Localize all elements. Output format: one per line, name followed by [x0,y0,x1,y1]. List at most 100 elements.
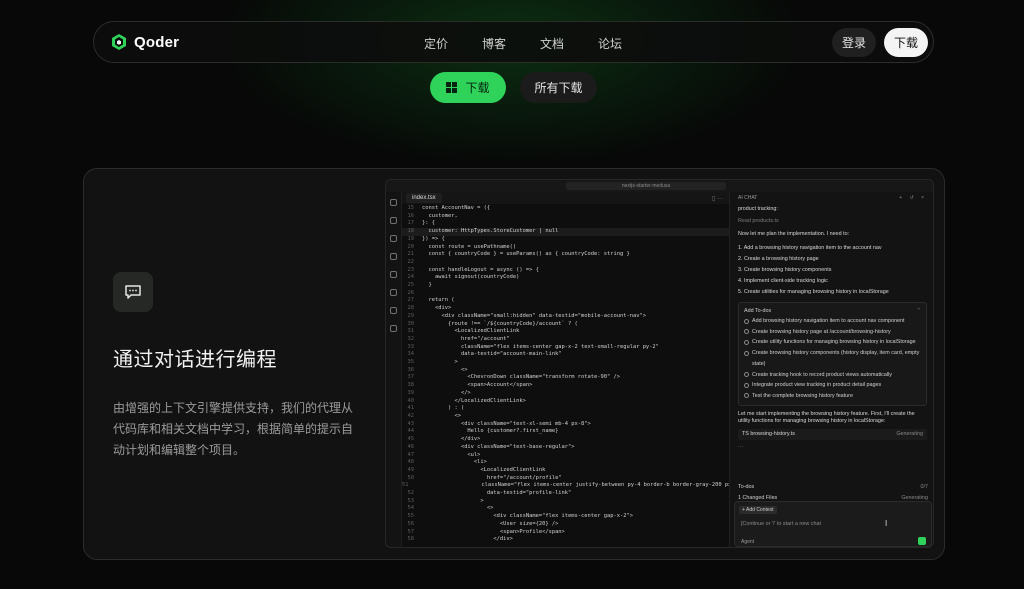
nav-link-pricing[interactable]: 定价 [424,35,448,52]
line-number: 16 [407,212,415,219]
chat-header: AI CHAT + ↺ × [730,192,933,204]
run-icon[interactable] [390,253,397,260]
code-line: 17}: { [402,220,729,228]
code-line: 42 <> [402,413,729,421]
collapse-icon[interactable]: ⌃ [916,306,921,316]
line-text: data-testid="profile-link" [422,490,572,497]
line-text: return ( [422,297,455,304]
file-name: TS browsing-history.ts [742,430,795,437]
todo-item[interactable]: Create browsing history components (hist… [744,348,921,369]
code-area[interactable]: 15 const AccountNav = ({16 customer, 17}: … [402,204,741,544]
code-line: 41 ) : ( [402,405,729,413]
chat-input[interactable]: [Continue or '/' to start a new chat [741,521,821,527]
editor-tab[interactable]: index.tsx [406,193,442,203]
download-windows-button[interactable]: 下载 [430,72,506,103]
line-text: className="flex items-center justify-bet… [416,482,742,489]
line-number: 52 [407,490,415,497]
line-number: 18 [407,228,415,235]
line-number: 19 [407,235,415,242]
line-text: <li> [422,459,487,466]
ide-titlebar: nextjs-starter-medusa [386,180,933,192]
line-text: <div> [422,305,452,312]
all-downloads-button[interactable]: 所有下载 [520,72,597,103]
read-file-note[interactable]: Read products.ts [738,218,927,225]
todos-row[interactable]: To-dos 0/7 [730,482,933,493]
line-text: </> [422,389,471,396]
line-number: 48 [407,459,415,466]
line-text: > [422,359,458,366]
code-line: 29 <div className="small:hidden" data-te… [402,313,729,321]
code-line: 44 Hello {customer?.first_name} [402,428,729,436]
nav-link-docs[interactable]: 文档 [540,35,564,52]
line-text: <User size={20} /> [422,520,559,527]
line-number: 47 [407,451,415,458]
todo-item[interactable]: Integrate product view tracking in produ… [744,380,921,391]
line-text: <div className="text-base-regular"> [422,443,575,450]
line-text: <div className="flex items-center gap-x-… [422,513,633,520]
line-number: 28 [407,305,415,312]
code-line: 36 <> [402,367,729,375]
line-number: 37 [407,374,415,381]
line-text: }) => { [422,235,445,242]
extensions-icon[interactable] [390,271,397,278]
code-line: 28 <div> [402,305,729,313]
todo-item[interactable]: Test the complete browsing history featu… [744,391,921,402]
todo-item[interactable]: Add browsing history navigation item to … [744,316,921,327]
line-text: <> [422,366,468,373]
line-number: 39 [407,389,415,396]
git-icon[interactable] [390,289,397,296]
line-number: 26 [407,289,415,296]
plan-step: 2. Create a browsing history page [738,256,819,262]
download-label: 下载 [465,81,490,95]
code-line: 15 const AccountNav = ({ [402,205,729,213]
search-icon[interactable] [390,217,397,224]
line-text: customer, [422,212,458,219]
line-number: 30 [407,320,415,327]
line-number: 45 [407,436,415,443]
nav-link-blog[interactable]: 博客 [482,35,506,52]
todo-circle-icon [744,372,749,378]
generated-file-chip[interactable]: TS browsing-history.ts Generating [738,428,927,440]
line-number: 22 [407,258,415,265]
todo-text: Add browsing history navigation item to … [752,318,905,324]
line-text: </div> [422,536,513,543]
line-number: 36 [407,366,415,373]
brand-logo[interactable]: Qoder [110,33,179,51]
nav-download-button[interactable]: 下载 [884,28,928,57]
chat-input-box[interactable]: + Add Context [Continue or '/' to start … [734,501,932,547]
line-number: 41 [407,405,415,412]
line-text: href="/account" [422,335,510,342]
code-line: 30 {route !== `/${countryCode}/account` … [402,321,729,329]
plugins-icon[interactable] [390,325,397,332]
todo-circle-icon [744,393,749,399]
chat-header-actions-icon[interactable]: + ↺ × [899,195,927,201]
nav-link-forum[interactable]: 论坛 [598,35,622,52]
code-line: 48 <li> [402,459,729,467]
todo-text: Integrate product view tracking in produ… [752,382,882,389]
line-number: 20 [407,243,415,250]
line-number: 32 [407,335,415,342]
source-control-icon[interactable] [390,235,397,242]
chat-intro: product tracking: [738,206,778,212]
add-context-button[interactable]: + Add Context [739,506,777,514]
split-editor-icon[interactable]: ▯ ··· [712,195,723,202]
send-icon[interactable] [918,537,926,545]
line-text: {route !== `/${countryCode}/account` ? ( [422,320,578,327]
line-number: 17 [407,220,415,227]
files-icon[interactable] [390,199,397,206]
code-line: 56 <User size={20} /> [402,521,729,529]
todo-item[interactable]: Create utility functions for managing br… [744,337,921,348]
todo-item[interactable]: Create tracking hook to record product v… [744,370,921,381]
remote-icon[interactable] [390,307,397,314]
code-line: 39 </> [402,390,729,398]
todo-item[interactable]: Create browsing history page at /account… [744,327,921,338]
code-line: 52 data-testid="profile-link" [402,490,729,498]
agent-selector[interactable]: Agent [741,539,754,545]
line-number: 49 [407,466,415,473]
code-line: 24 await signout(countryCode) [402,274,729,282]
todo-text: Create browsing history page at /account… [752,328,891,335]
line-text: </LocalizedClientLink> [422,397,526,404]
line-text: </div> [422,436,481,443]
login-button[interactable]: 登录 [832,28,876,57]
line-text: <span>Account</span> [422,382,533,389]
